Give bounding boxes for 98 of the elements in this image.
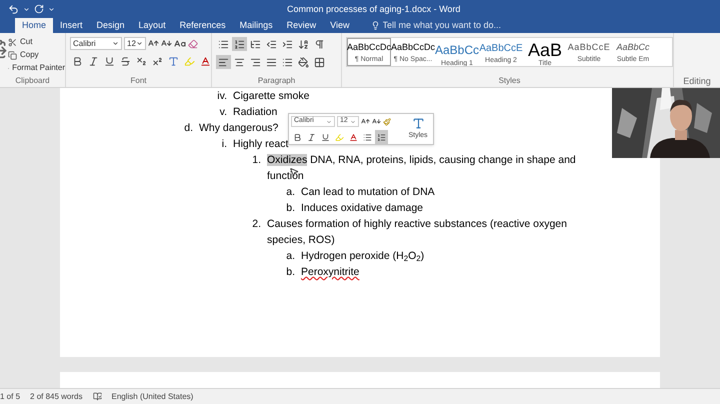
justify-icon (266, 56, 277, 68)
shrink-font-icon[interactable] (372, 117, 381, 126)
group-label: Paragraph (256, 75, 296, 87)
group-label: Styles (498, 75, 522, 87)
text-effects-icon (168, 56, 179, 66)
change-case-icon[interactable] (174, 38, 186, 50)
ribbon-tab[interactable]: References (172, 18, 233, 33)
underline-icon (321, 132, 330, 142)
bold-icon (293, 132, 302, 142)
list-item-text: Cigarette smoke (233, 89, 310, 104)
list-marker: a. (286, 186, 295, 198)
bullets-icon (218, 38, 229, 50)
align-left-button[interactable] (216, 55, 231, 69)
clipboard-button[interactable]: Copy (8, 49, 65, 61)
font-name-field[interactable]: Calibri (70, 37, 122, 50)
list-marker: 2. (252, 218, 261, 230)
dropdown-caret-icon (136, 40, 143, 47)
copy-icon (8, 50, 17, 60)
increase-indent-icon (282, 38, 293, 50)
dropdown-caret-icon (112, 40, 119, 47)
bold-icon (72, 56, 83, 66)
word-count[interactable]: 2 of 845 words (30, 390, 82, 402)
ribbon-tab[interactable]: Design (90, 18, 132, 33)
list-item-text: Hydrogen peroxide (H$_{2}$O$_{2}$) (301, 249, 424, 264)
list-marker: b. (286, 266, 295, 278)
align-left-icon (218, 56, 229, 68)
window-title: Common processes of aging-1.docx - Word (287, 3, 460, 16)
list-marker: 1. (252, 154, 261, 166)
list-item-text: Why dangerous? (199, 121, 278, 136)
list-item-text: Highly react (233, 137, 288, 152)
font-color-icon (349, 132, 358, 142)
list-item-text: Can lead to mutation of DNA (301, 185, 435, 200)
numbering-button[interactable] (375, 130, 388, 144)
group-label: Editing (682, 75, 712, 87)
list-item-text: Causes formation of highly reactive substances (reactive oxygen species, ROS) (267, 217, 568, 248)
undo-button[interactable] (8, 4, 19, 14)
list-item-text: Induces oxidative damage (301, 201, 423, 216)
list-marker: i. (222, 138, 227, 150)
eraser-icon[interactable] (188, 38, 198, 48)
font-size-field[interactable]: 12 (124, 37, 146, 50)
pilcrow-icon (314, 38, 325, 50)
list-marker: iv. (217, 90, 227, 102)
dropdown-caret-icon (350, 118, 356, 124)
subscript-icon (136, 56, 147, 66)
list-marker: v. (220, 106, 227, 118)
ribbon-tab[interactable]: Home (15, 18, 54, 33)
shading-icon (298, 56, 309, 68)
group-label: Font (129, 75, 148, 87)
ribbon-tab[interactable]: Insert (53, 18, 90, 33)
borders-button[interactable] (312, 55, 327, 69)
shrink-font-icon[interactable] (161, 38, 172, 49)
font-color-icon (200, 56, 211, 66)
ribbon-tab[interactable]: Mailings (232, 18, 280, 33)
lightbulb-icon (370, 21, 380, 30)
shading-button[interactable] (296, 55, 311, 69)
list-marker: a. (286, 250, 295, 262)
language-status[interactable]: English (United States) (112, 390, 194, 402)
clipboard-button[interactable]: Format Painter (8, 62, 65, 74)
redo-icon (34, 4, 44, 14)
proofing-icon[interactable] (92, 392, 102, 401)
italic-icon (307, 132, 316, 142)
numbering-icon (377, 132, 386, 142)
undo-icon (8, 4, 19, 14)
highlighter-icon (335, 132, 344, 142)
sort-icon (298, 38, 309, 50)
bullets-icon (363, 132, 372, 142)
italic-icon (88, 56, 99, 66)
styles-icon (412, 116, 424, 130)
list-item-text: Radiation (233, 105, 278, 120)
redo-button[interactable] (34, 4, 44, 14)
align-right-icon (250, 56, 261, 68)
highlighter-icon (184, 56, 195, 66)
align-center-icon (234, 56, 245, 68)
list-marker: d. (184, 122, 193, 134)
decrease-indent-icon (266, 38, 277, 50)
borders-icon (314, 56, 325, 68)
line-spacing-icon (282, 56, 293, 68)
page-count[interactable]: 1 of 5 (0, 390, 20, 402)
numbering-icon (234, 38, 245, 50)
multilevel-list-icon (250, 38, 261, 50)
ribbon-tab[interactable]: View (323, 18, 356, 33)
numbering-button[interactable] (232, 37, 247, 51)
ribbon-tab[interactable]: Review (280, 18, 324, 33)
scissors-icon (8, 38, 17, 46)
group-label: Clipboard (14, 75, 51, 87)
grow-font-icon[interactable] (148, 38, 159, 49)
strikethrough-icon (120, 56, 131, 66)
list-marker: b. (286, 202, 295, 214)
clipboard-button[interactable]: Cut (8, 36, 65, 48)
ribbon-tab[interactable]: Layout (132, 18, 173, 33)
grow-font-icon[interactable] (361, 117, 370, 126)
dropdown-caret-icon (23, 6, 30, 12)
superscript-icon (152, 56, 163, 66)
list-item-text: Peroxynitrite (301, 265, 360, 280)
underline-icon (104, 56, 115, 66)
dropdown-caret-icon (326, 118, 332, 124)
tell-me-field[interactable]: Tell me what you want to do... (370, 18, 522, 33)
customize-caret-icon (48, 6, 55, 12)
